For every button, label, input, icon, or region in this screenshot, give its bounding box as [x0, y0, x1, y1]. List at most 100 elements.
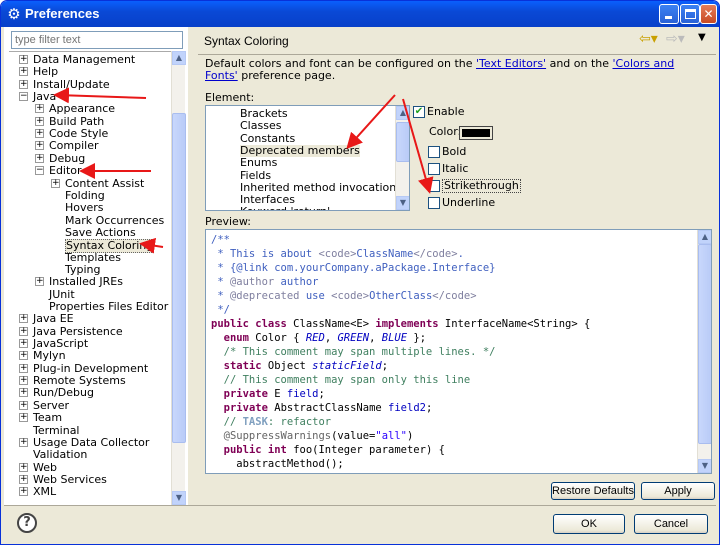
tree-item[interactable]: Save Actions [9, 226, 172, 239]
back-arrow-icon[interactable]: ⇦▾ [639, 32, 663, 46]
tree-item[interactable]: + Code Style [9, 128, 172, 140]
tree-item[interactable]: Folding [9, 189, 172, 202]
tree-item[interactable]: + Web Services [9, 473, 172, 486]
expand-icon[interactable]: + [51, 178, 60, 188]
tree-scrollbar[interactable]: ▲ ▼ [171, 51, 186, 505]
element-list-item[interactable]: Keyword 'return' [240, 206, 330, 210]
tree-item[interactable]: + XML [9, 486, 172, 498]
tree-item[interactable]: + Plug-in Development [9, 362, 172, 375]
expand-icon[interactable]: + [19, 339, 28, 349]
tree-item[interactable]: − Java [9, 91, 172, 103]
tree-item[interactable]: + Web [9, 461, 172, 474]
tree-item[interactable]: + Java EE [9, 313, 172, 325]
scroll-up-icon[interactable]: ▲ [698, 230, 711, 244]
tree-item[interactable]: + Content Assist [9, 177, 172, 190]
bold-checkbox[interactable] [428, 146, 440, 158]
scroll-thumb[interactable] [396, 122, 409, 162]
help-icon[interactable]: ? [17, 513, 37, 533]
minimize-button[interactable] [659, 4, 679, 24]
tree-item[interactable]: + Appearance [9, 103, 172, 115]
italic-checkbox[interactable] [428, 163, 440, 175]
element-list-item[interactable]: Brackets [240, 108, 288, 120]
tree-item[interactable]: + Compiler [9, 140, 172, 152]
restore-defaults-button[interactable]: Restore Defaults [551, 482, 635, 500]
expand-icon[interactable]: + [35, 104, 44, 114]
enable-checkbox[interactable]: ✔ [413, 106, 425, 118]
tree-item[interactable]: Templates [9, 251, 172, 264]
element-list-item[interactable]: Enums [240, 157, 277, 169]
tree-item[interactable]: + Usage Data Collector [9, 436, 172, 449]
element-list-item[interactable]: Interfaces [240, 194, 295, 206]
underline-checkbox[interactable] [428, 197, 440, 209]
ok-button[interactable]: OK [553, 514, 625, 534]
view-menu-icon[interactable]: ▼ [698, 32, 708, 46]
forward-arrow-icon[interactable]: ⇨▾ [666, 32, 690, 46]
tree-item[interactable]: Syntax Coloring [9, 239, 172, 254]
tree-item[interactable]: + Data Management [9, 54, 172, 66]
expand-icon[interactable]: + [19, 388, 28, 398]
scroll-up-icon[interactable]: ▲ [172, 51, 186, 65]
tree-item[interactable]: + Debug [9, 152, 172, 165]
tree-item[interactable]: Mark Occurrences [9, 214, 172, 227]
maximize-button[interactable] [680, 4, 700, 24]
text-editors-link[interactable]: 'Text Editors' [476, 57, 546, 70]
expand-icon[interactable]: + [19, 79, 28, 89]
expand-icon[interactable]: + [19, 326, 28, 336]
code-preview[interactable]: /** * This is about <code>ClassName</cod… [205, 229, 712, 474]
filter-input[interactable] [11, 31, 183, 49]
preview-scrollbar[interactable]: ▲ ▼ [697, 230, 711, 473]
tree-item[interactable]: + JavaScript [9, 338, 172, 350]
collapse-icon[interactable]: − [35, 166, 44, 176]
tree-item[interactable]: + Team [9, 412, 172, 424]
element-list-item[interactable]: Classes [240, 120, 281, 132]
strikethrough-checkbox[interactable] [428, 180, 440, 192]
tree-item[interactable]: + Help [9, 66, 172, 78]
expand-icon[interactable]: + [19, 351, 28, 361]
expand-icon[interactable]: + [19, 462, 28, 472]
cancel-button[interactable]: Cancel [634, 514, 708, 534]
tree-item[interactable]: + Server [9, 399, 172, 412]
color-picker-button[interactable] [459, 126, 493, 140]
tree-item[interactable]: Properties Files Editor [9, 301, 172, 313]
tree-item[interactable]: + Install/Update [9, 78, 172, 91]
element-list-item[interactable]: Constants [240, 132, 295, 145]
tree-item[interactable]: JUnit [9, 288, 172, 301]
tree-item[interactable]: − Editor [9, 165, 172, 177]
expand-icon[interactable]: + [35, 153, 44, 163]
tree-item[interactable]: Validation [9, 449, 172, 461]
tree-item[interactable]: + Mylyn [9, 350, 172, 362]
scroll-thumb[interactable] [698, 244, 711, 444]
expand-icon[interactable]: + [19, 413, 28, 423]
expand-icon[interactable]: + [19, 437, 28, 447]
scroll-thumb[interactable] [172, 113, 186, 443]
pane-splitter[interactable] [188, 27, 198, 505]
expand-icon[interactable]: + [19, 363, 28, 373]
tree-item[interactable]: + Installed JREs [9, 276, 172, 288]
tree-item[interactable]: Terminal [9, 424, 172, 437]
element-list-item[interactable]: Deprecated members [240, 144, 360, 157]
scroll-down-icon[interactable]: ▼ [172, 491, 186, 505]
scroll-down-icon[interactable]: ▼ [396, 196, 409, 210]
close-button[interactable]: ✕ [700, 4, 717, 24]
apply-button[interactable]: Apply [641, 482, 715, 500]
expand-icon[interactable]: + [35, 129, 44, 139]
expand-icon[interactable]: + [19, 487, 28, 497]
tree-item[interactable]: Hovers [9, 202, 172, 214]
expand-icon[interactable]: + [19, 55, 28, 64]
title-bar[interactable]: ⚙ Preferences ✕ [1, 1, 719, 27]
expand-icon[interactable]: + [19, 474, 28, 484]
tree-item[interactable]: + Java Persistence [9, 325, 172, 338]
expand-icon[interactable]: + [19, 376, 28, 386]
element-list[interactable]: Keyword 'return'InterfacesInherited meth… [205, 105, 410, 211]
element-list-item[interactable]: Inherited method invocations [240, 181, 402, 194]
tree-item[interactable]: + Run/Debug [9, 387, 172, 399]
expand-icon[interactable]: + [19, 314, 28, 324]
expand-icon[interactable]: + [35, 277, 44, 287]
scroll-down-icon[interactable]: ▼ [698, 459, 711, 473]
expand-icon[interactable]: + [19, 400, 28, 410]
element-list-item[interactable]: Fields [240, 169, 271, 182]
expand-icon[interactable]: + [35, 116, 44, 126]
tree-item[interactable]: + Build Path [9, 115, 172, 128]
tree-item[interactable]: + Remote Systems [9, 375, 172, 387]
collapse-icon[interactable]: − [19, 92, 28, 102]
